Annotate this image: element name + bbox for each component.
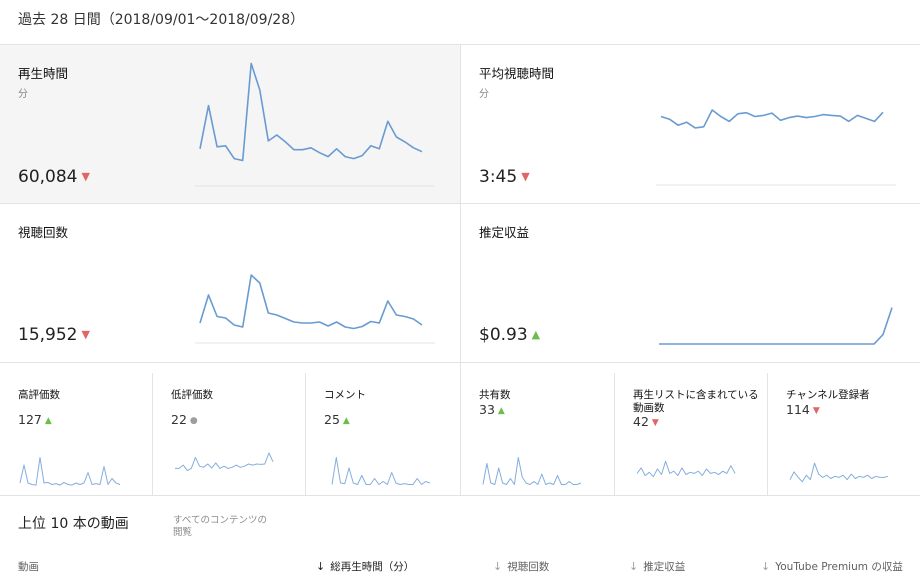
- sparkline-shares: [482, 457, 582, 485]
- sort-arrow-icon: ↓: [629, 560, 639, 573]
- header-label: 視聴回数: [507, 561, 550, 573]
- mini-card-title: 高評価数: [18, 389, 60, 401]
- card-views[interactable]: 視聴回数 15,952 ▼: [0, 204, 460, 362]
- value-text: 127: [18, 412, 42, 427]
- card-title: 視聴回数: [18, 225, 69, 240]
- card-avg-view-duration[interactable]: 平均視聴時間 分 3:45 ▼: [461, 45, 920, 203]
- value-text: 3:45: [479, 167, 518, 187]
- column-header-revenue[interactable]: ↓ 推定収益: [629, 559, 685, 574]
- trend-down-icon: ▼: [812, 406, 820, 416]
- value-text: 114: [786, 402, 810, 417]
- card-title: 再生時間: [18, 66, 69, 81]
- card-unit: 分: [18, 89, 28, 100]
- mini-card-likes[interactable]: 高評価数 127 ▲: [0, 373, 152, 495]
- mini-card-title: チャンネル登録者: [786, 389, 870, 401]
- column-header-premium-revenue[interactable]: ↓ YouTube Premium の収益: [761, 559, 903, 574]
- mini-card-value: 127 ▲: [18, 412, 52, 427]
- value-text: 33: [479, 402, 495, 417]
- sort-arrow-icon: ↓: [493, 560, 503, 573]
- sparkline-views: [195, 274, 435, 344]
- mini-card-value: 33 ▲: [479, 402, 505, 417]
- mini-card-value: 25 ▲: [324, 412, 350, 427]
- sparkline-avg-view-duration: [656, 109, 896, 186]
- column-header-watch-time[interactable]: ↓ 総再生時間（分）: [316, 559, 414, 574]
- mini-card-comments[interactable]: コメント 25 ▲: [306, 373, 460, 495]
- card-value: 15,952 ▼: [18, 325, 90, 345]
- sparkline-estimated-revenue: [659, 307, 893, 345]
- card-watch-time[interactable]: 再生時間 分 60,084 ▼: [0, 45, 460, 203]
- mini-card-title: 低評価数: [171, 389, 213, 401]
- trend-down-icon: ▼: [651, 418, 659, 428]
- header-label: 動画: [18, 561, 39, 573]
- top-videos-title: 上位 10 本の動画: [18, 516, 129, 532]
- trend-down-icon: ▼: [81, 328, 90, 341]
- card-unit: 分: [479, 89, 489, 100]
- sparkline-playlist-adds: [636, 460, 736, 478]
- mini-card-value: 42 ▼: [633, 414, 659, 429]
- column-header-views[interactable]: ↓ 視聴回数: [493, 559, 549, 574]
- card-value: $0.93 ▲: [479, 325, 540, 345]
- value-text: 22: [171, 412, 187, 427]
- mini-card-playlist-adds[interactable]: 再生リストに含まれている 動画数 42 ▼: [615, 373, 767, 495]
- value-text: 15,952: [18, 325, 78, 345]
- sparkline-likes: [19, 457, 121, 486]
- header-label: 推定収益: [643, 561, 686, 573]
- value-text: $0.93: [479, 325, 528, 345]
- trend-up-icon: ▲: [342, 416, 350, 426]
- trend-up-icon: ▲: [531, 328, 541, 341]
- value-text: 25: [324, 412, 340, 427]
- card-title: 平均視聴時間: [479, 66, 555, 81]
- mini-card-title: 再生リストに含まれている 動画数: [633, 389, 759, 414]
- scope-selector[interactable]: すべてのコンテンツの 閲覧: [173, 515, 283, 539]
- mini-card-subscribers[interactable]: チャンネル登録者 114 ▼: [768, 373, 920, 495]
- trend-neutral-icon: ●: [189, 416, 198, 426]
- sort-arrow-icon: ↓: [761, 560, 771, 573]
- mini-card-dislikes[interactable]: 低評価数 22 ●: [153, 373, 306, 495]
- column-header-video: 動画: [18, 559, 39, 574]
- card-estimated-revenue[interactable]: 推定収益 $0.93 ▲: [461, 204, 920, 362]
- divider: [0, 362, 920, 363]
- mini-card-title: 共有数: [479, 389, 511, 401]
- sparkline-watch-time: [195, 62, 435, 187]
- sparkline-subscribers: [789, 462, 889, 483]
- mini-card-value: 114 ▼: [786, 402, 820, 417]
- value-text: 42: [633, 414, 649, 429]
- sparkline-comments: [331, 457, 431, 485]
- mini-card-shares[interactable]: 共有数 33 ▲: [461, 373, 614, 495]
- trend-up-icon: ▲: [44, 416, 52, 426]
- sort-arrow-icon: ↓: [316, 560, 326, 573]
- date-range-label: 過去 28 日間（2018/09/01〜2018/09/28）: [18, 12, 305, 28]
- trend-down-icon: ▼: [521, 170, 530, 183]
- mini-card-title: コメント: [324, 389, 366, 401]
- card-title: 推定収益: [479, 225, 530, 240]
- card-value: 60,084 ▼: [18, 167, 90, 187]
- mini-card-value: 22 ●: [171, 412, 198, 427]
- trend-down-icon: ▼: [81, 170, 90, 183]
- header-label: 総再生時間（分）: [330, 561, 415, 573]
- sparkline-dislikes: [175, 452, 274, 472]
- value-text: 60,084: [18, 167, 78, 187]
- trend-up-icon: ▲: [497, 406, 505, 416]
- card-value: 3:45 ▼: [479, 167, 530, 187]
- header-label: YouTube Premium の収益: [775, 561, 903, 573]
- divider: [0, 495, 920, 496]
